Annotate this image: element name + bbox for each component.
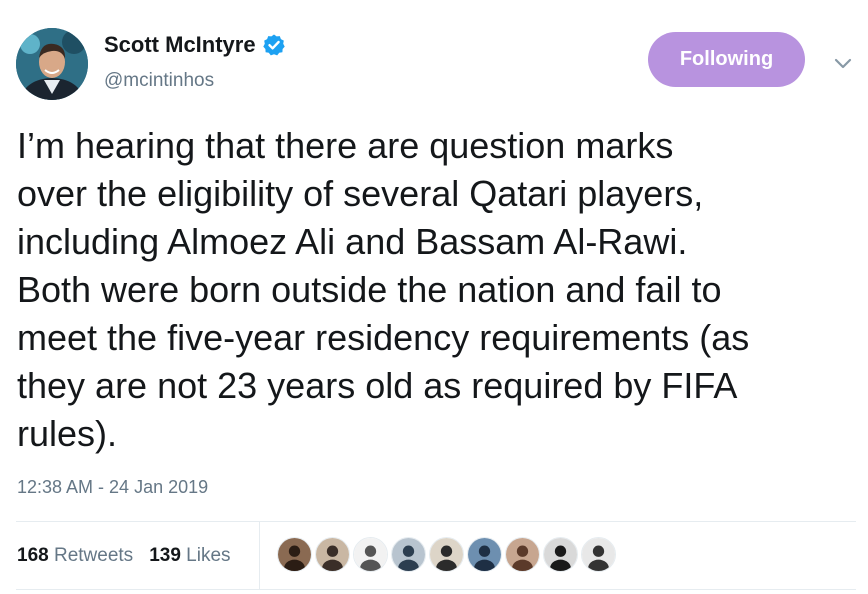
likes-count: 139: [149, 545, 181, 566]
tweet-text-line: I’m hearing that there are question mark…: [17, 125, 674, 166]
avatar-image: [582, 538, 615, 571]
engagement-stats: 168 Retweets 139 Likes: [17, 545, 231, 567]
avatar[interactable]: [16, 28, 88, 100]
tweet-text-line: including Almoez Ali and Bassam Al-Rawi.: [17, 221, 688, 262]
tweet-text-line: meet the five-year residency requirement…: [17, 317, 750, 358]
liker-avatar-2[interactable]: [315, 537, 350, 572]
tweet-text: I’m hearing that there are question mark…: [17, 122, 862, 458]
retweets-label: Retweets: [53, 545, 134, 566]
likes-stat[interactable]: 139 Likes: [149, 545, 230, 567]
retweets-stat[interactable]: 168 Retweets: [17, 545, 133, 567]
avatar-image: [278, 538, 311, 571]
tweet-text-line: over the eligibility of several Qatari p…: [17, 173, 704, 214]
retweets-count: 168: [17, 545, 49, 566]
chevron-down-icon[interactable]: [832, 52, 854, 74]
author-name-row: Scott McIntyre: [104, 32, 286, 58]
avatar-image: [468, 538, 501, 571]
liker-avatar-4[interactable]: [391, 537, 426, 572]
divider: [16, 589, 856, 590]
tweet-timestamp[interactable]: 12:38 AM - 24 Jan 2019: [17, 477, 208, 498]
tweet-card: Scott McIntyre @mcintinhos Following I’m…: [0, 0, 868, 594]
likes-label: Likes: [186, 545, 231, 566]
following-button[interactable]: Following: [648, 32, 805, 87]
liker-avatar-9[interactable]: [581, 537, 616, 572]
avatar-image: [506, 538, 539, 571]
liker-avatar-3[interactable]: [353, 537, 388, 572]
likers-avatar-row: [277, 537, 616, 572]
tweet-text-line: they are not 23 years old as required by…: [17, 365, 738, 406]
liker-avatar-5[interactable]: [429, 537, 464, 572]
user-handle[interactable]: @mcintinhos: [104, 70, 214, 92]
avatar-image: [16, 28, 88, 100]
liker-avatar-8[interactable]: [543, 537, 578, 572]
avatar-image: [430, 538, 463, 571]
tweet-text-line: Both were born outside the nation and fa…: [17, 269, 722, 310]
avatar-image: [316, 538, 349, 571]
liker-avatar-6[interactable]: [467, 537, 502, 572]
tweet-text-line: rules).: [17, 413, 118, 454]
avatar-image: [392, 538, 425, 571]
divider: [16, 521, 856, 522]
avatar-image: [354, 538, 387, 571]
liker-avatar-7[interactable]: [505, 537, 540, 572]
display-name[interactable]: Scott McIntyre: [104, 32, 256, 58]
verified-badge-icon: [262, 34, 285, 56]
liker-avatar-1[interactable]: [277, 537, 312, 572]
stats-divider: [259, 521, 260, 589]
avatar-image: [544, 538, 577, 571]
